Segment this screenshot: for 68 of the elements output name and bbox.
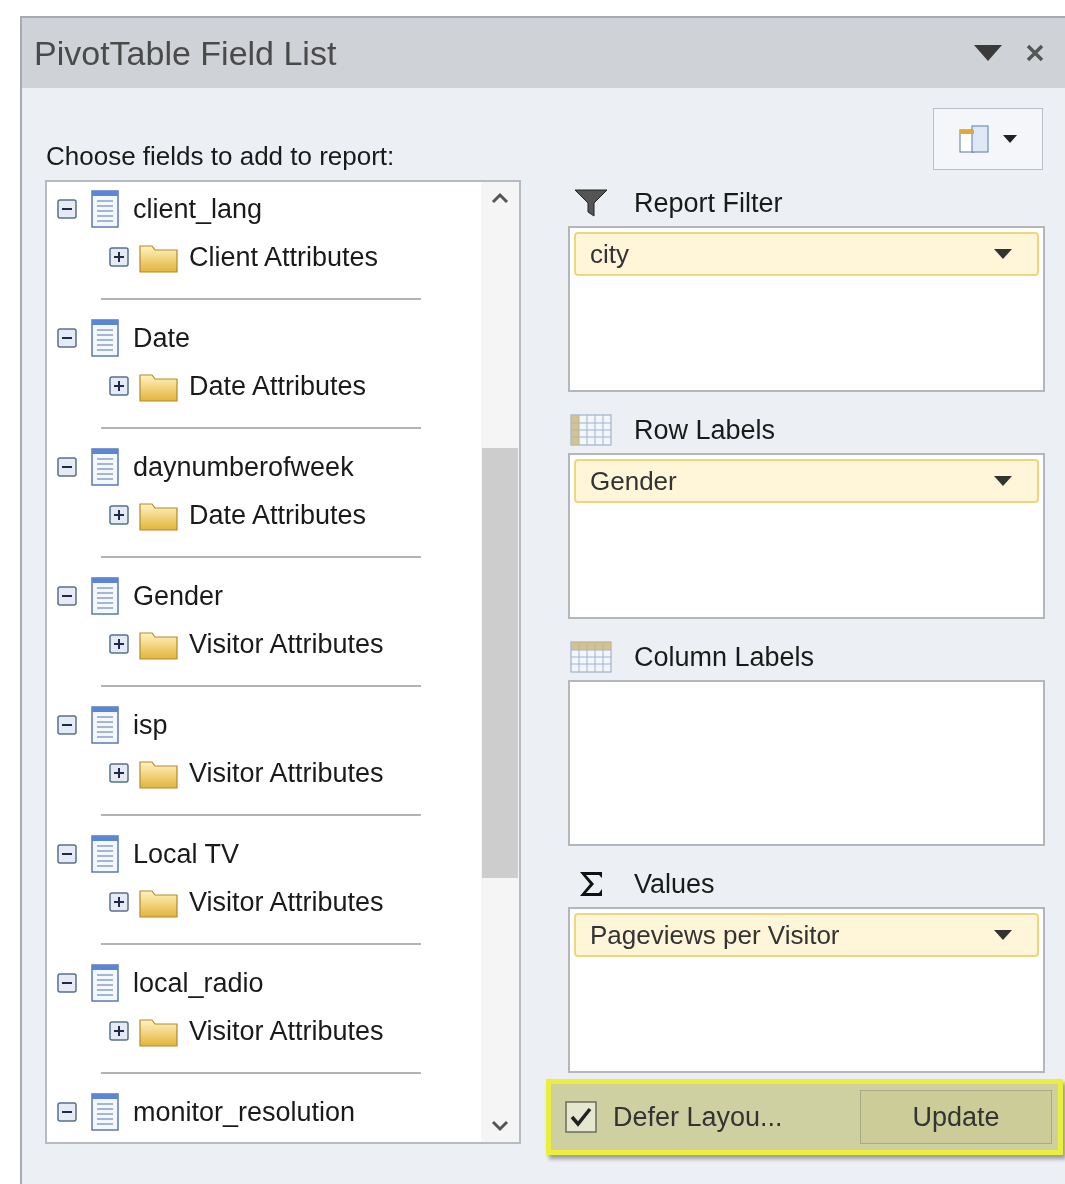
scrollbar[interactable] [481, 182, 519, 1142]
folder-name[interactable]: Visitor Attributes [189, 752, 384, 794]
field-name[interactable]: daynumberofweek [133, 446, 354, 488]
dropdown-caret-icon [993, 248, 1013, 260]
drop-area[interactable]: Pageviews per Visitor [568, 907, 1045, 1073]
collapse-icon[interactable] [57, 1102, 77, 1122]
expand-icon[interactable] [109, 1021, 129, 1041]
instruction-text: Choose fields to add to report: [46, 140, 396, 173]
dropdown-caret-icon [993, 475, 1013, 487]
expand-icon[interactable] [109, 763, 129, 783]
collapse-icon[interactable] [57, 199, 77, 219]
area-title: Row Labels [634, 413, 776, 447]
collapse-icon[interactable] [57, 328, 77, 348]
field-chip[interactable]: city [574, 232, 1039, 276]
area-title: Column Labels [634, 640, 815, 674]
drop-area[interactable]: Gender [568, 453, 1045, 619]
close-icon[interactable] [1025, 43, 1045, 63]
field-name[interactable]: isp [133, 704, 168, 746]
table-icon [91, 835, 119, 873]
collapse-icon[interactable] [57, 586, 77, 606]
collapse-icon[interactable] [57, 715, 77, 735]
collapse-icon[interactable] [57, 457, 77, 477]
window-title: PivotTable Field List [34, 32, 338, 74]
folder-name[interactable]: Date Attributes [189, 365, 367, 407]
dropdown-caret-icon[interactable] [973, 44, 1003, 62]
field-name[interactable]: local_radio [133, 962, 264, 1004]
expand-icon[interactable] [109, 247, 129, 267]
field-chip[interactable]: Gender [574, 459, 1039, 503]
expand-icon[interactable] [109, 892, 129, 912]
field-name[interactable]: Local TV [133, 833, 240, 875]
folder-name[interactable]: Visitor Attributes [189, 881, 384, 923]
collapse-icon[interactable] [57, 844, 77, 864]
area-title: Report Filter [634, 186, 783, 220]
expand-icon[interactable] [109, 505, 129, 525]
dropdown-caret-icon [1002, 134, 1018, 144]
table-icon [91, 577, 119, 615]
area-title: Values [634, 867, 715, 901]
field-chip[interactable]: Pageviews per Visitor [574, 913, 1039, 957]
folder-name[interactable]: Visitor Attributes [189, 1010, 384, 1052]
table-icon [91, 1093, 119, 1131]
table-icon [91, 190, 119, 228]
folder-name[interactable]: Client Attributes [189, 236, 379, 278]
field-name[interactable]: Date [133, 317, 191, 359]
update-button[interactable]: Update [860, 1090, 1052, 1144]
folder-name[interactable]: Date Attributes [189, 494, 367, 536]
drop-area[interactable]: city [568, 226, 1045, 392]
table-icon [91, 319, 119, 357]
filter-icon [573, 188, 609, 218]
collapse-icon[interactable] [57, 973, 77, 993]
checkbox-label[interactable]: Defer Layou... [613, 1096, 783, 1138]
checkbox[interactable] [565, 1101, 597, 1133]
scrollbar-thumb[interactable] [482, 448, 518, 878]
table-icon [91, 448, 119, 486]
field-name[interactable]: monitor_resolution [133, 1091, 356, 1133]
dropdown-caret-icon [993, 929, 1013, 941]
field-name[interactable]: client_lang [133, 188, 263, 230]
layout-icon [958, 124, 990, 154]
grid-icon [570, 414, 612, 446]
scroll-down-icon[interactable] [491, 1120, 509, 1132]
table-icon [91, 706, 119, 744]
folder-name[interactable]: Visitor Attributes [189, 623, 384, 665]
field-name[interactable]: Gender [133, 575, 224, 617]
expand-icon[interactable] [109, 376, 129, 396]
expand-icon[interactable] [109, 634, 129, 654]
table-icon [91, 964, 119, 1002]
sigma-icon [577, 870, 605, 898]
scroll-up-icon[interactable] [491, 192, 509, 204]
grid-icon [570, 641, 612, 673]
